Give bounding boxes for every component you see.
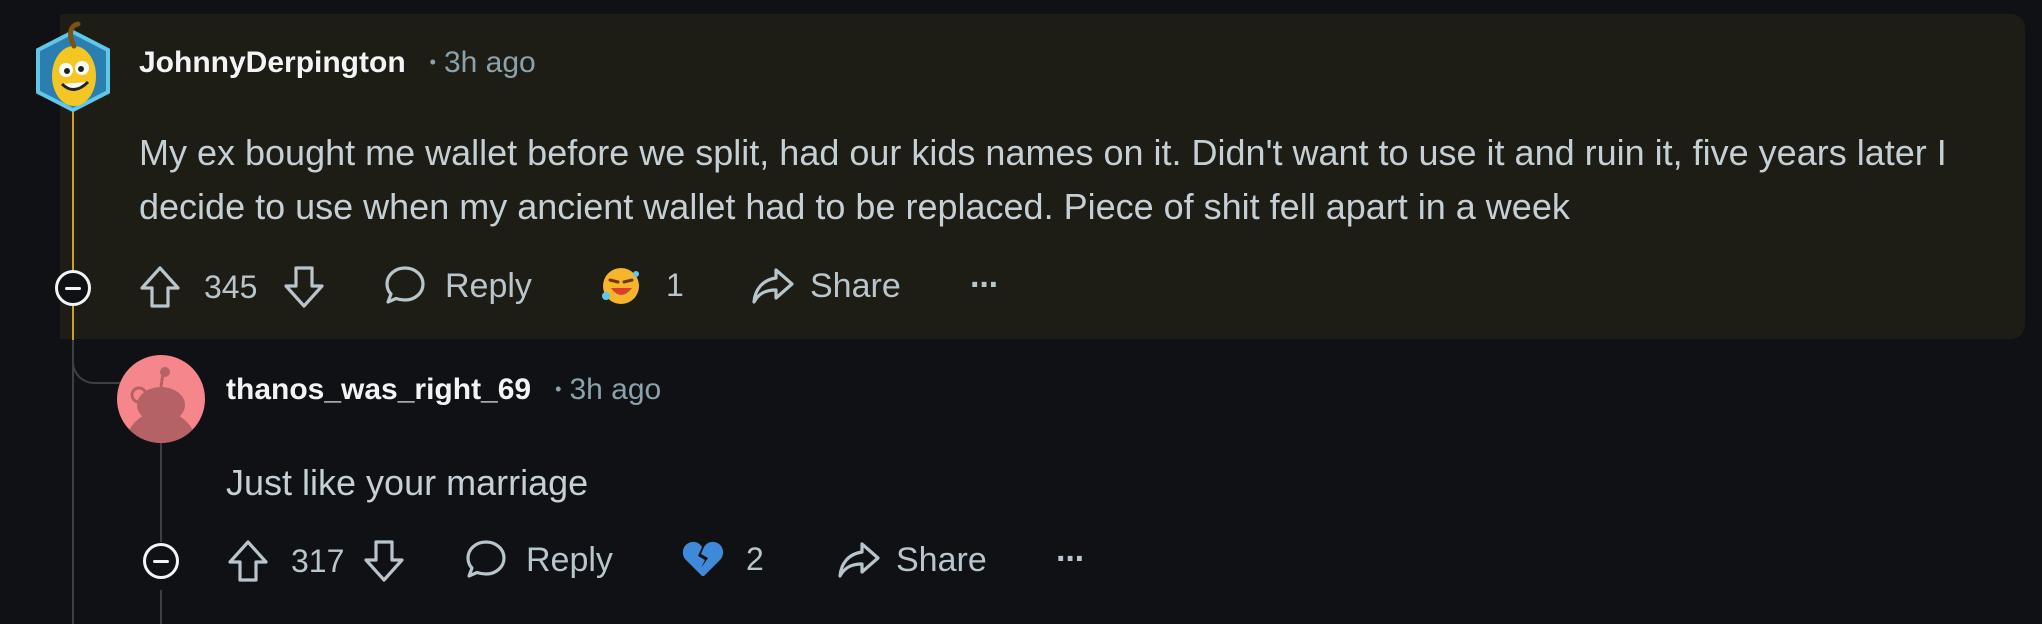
laughing-emoji-icon [602,268,639,304]
upvote-arrow-icon [228,540,268,582]
share-arrow-icon [752,268,794,304]
comment-actions: 345 Reply 1 Share ··· [0,252,1100,322]
reply-button[interactable]: Reply [464,538,613,582]
banana-avatar-icon [36,21,110,112]
comment-bubble-icon [385,266,425,304]
broken-heart-icon [682,541,724,576]
award-count: 1 [666,266,684,303]
share-button[interactable]: Share [836,538,987,582]
reply-label: Reply [445,266,532,305]
award-button[interactable]: 2 [680,536,764,582]
award-button[interactable]: 1 [598,262,684,308]
vote-count: 317 [291,543,345,579]
downvote-arrow-icon [284,266,324,308]
comment-meta: JohnnyDerpington • 3h ago [139,46,536,80]
upvote-button[interactable] [226,538,270,584]
share-label: Share [896,540,987,579]
upvote-arrow-icon [140,266,180,308]
share-label: Share [810,266,901,305]
avatar[interactable] [117,355,205,443]
downvote-arrow-icon [364,540,404,582]
separator-dot: • [429,52,436,72]
comment-meta: thanos_was_right_69 • 3h ago [226,373,661,407]
username[interactable]: thanos_was_right_69 [226,373,531,407]
more-options-button[interactable]: ··· [970,266,1000,305]
reply-button[interactable]: Reply [383,264,532,308]
comment-body: My ex bought me wallet before we split, … [139,132,1947,227]
separator-dot: • [555,379,562,399]
downvote-button[interactable] [282,264,326,310]
thread-branch-curve [72,340,120,384]
timestamp[interactable]: 3h ago [569,373,661,407]
share-button[interactable]: Share [750,264,901,308]
comment-body: Just like your marriage [226,462,589,503]
award-count: 2 [746,540,764,577]
more-options-button[interactable]: ··· [1056,540,1086,579]
vote-count: 345 [204,269,258,305]
timestamp[interactable]: 3h ago [444,46,536,80]
upvote-button[interactable] [138,264,182,310]
avatar[interactable] [30,20,116,112]
downvote-button[interactable] [362,538,406,584]
reply-label: Reply [526,540,613,579]
comment-bubble-icon [466,540,506,578]
username[interactable]: JohnnyDerpington [139,46,406,80]
share-arrow-icon [838,542,880,578]
default-user-avatar-icon [125,367,197,443]
comment-actions: 317 Reply 2 Share ··· [0,526,1100,596]
